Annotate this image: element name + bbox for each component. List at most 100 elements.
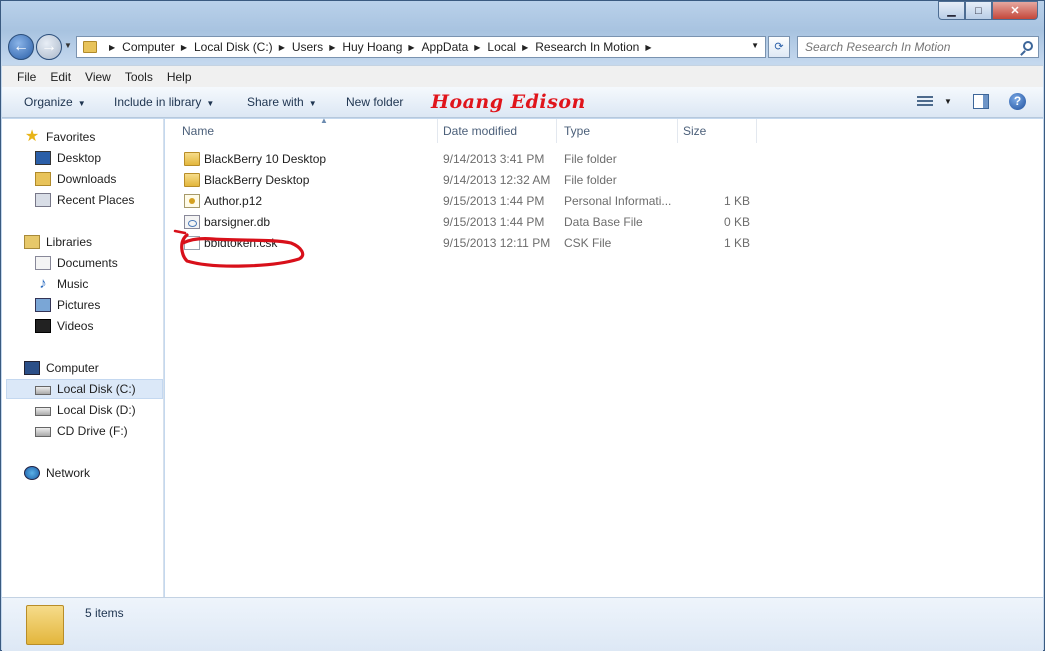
column-name-label: Name [182,124,215,138]
nav-label: Pictures [57,298,101,312]
breadcrumb-separator-icon[interactable]: ▶ [109,43,115,52]
organize-button[interactable]: Organize ▼ [24,95,86,109]
navigation-pane: ★ Favorites Desktop Downloads Recent Plac… [2,119,164,597]
breadcrumb-local[interactable]: Local [487,40,516,54]
breadcrumb-huy-hoang[interactable]: Huy Hoang [342,40,402,54]
recent-places-icon [35,193,51,207]
address-bar[interactable]: ▶ Computer ▶ Local Disk (C:) ▶ Users ▶ H… [76,36,766,58]
documents-icon [35,256,51,270]
nav-label: Downloads [57,172,117,186]
star-icon: ★ [24,128,40,145]
file-date: 9/14/2013 12:32 AM [443,173,551,187]
folder-icon [184,173,200,187]
chevron-down-icon: ▼ [206,99,215,108]
column-header-size[interactable]: Size [683,119,757,143]
share-with-button[interactable]: Share with ▼ [247,95,317,109]
file-type: Data Base File [564,215,643,229]
back-button[interactable]: ← [8,34,34,60]
file-size: 1 KB [723,194,750,208]
breadcrumb-separator-icon[interactable]: ▶ [181,43,187,52]
sort-ascending-icon: ▲ [320,116,328,125]
nav-label: Favorites [46,130,96,144]
nav-favorites[interactable]: ★ Favorites [24,127,186,147]
refresh-button[interactable]: ⟳ [768,36,790,58]
nav-local-disk-c[interactable]: Local Disk (C:) [6,379,163,399]
search-box[interactable] [797,36,1039,58]
file-type: File folder [564,152,617,166]
breadcrumb-separator-icon[interactable]: ▶ [329,43,335,52]
nav-label: Documents [57,256,118,270]
search-input[interactable] [805,40,1017,54]
breadcrumb-computer[interactable]: Computer [122,40,175,54]
preview-pane-icon[interactable] [973,94,989,109]
chevron-down-icon: ▼ [308,99,317,108]
red-highlight-annotation [173,229,305,268]
column-header-date[interactable]: Date modified [443,119,557,143]
nav-label: Local Disk (C:) [57,382,136,396]
file-name: BlackBerry 10 Desktop [204,152,327,166]
nav-computer[interactable]: Computer [24,358,186,378]
explorer-window: ▁ □ ✕ ← → ▼ ▶ Computer ▶ Local Disk (C:)… [0,0,1045,651]
chevron-down-icon: ▼ [77,99,86,108]
menu-view[interactable]: View [78,70,118,84]
folder-icon [184,152,200,166]
nav-label: Desktop [57,151,102,165]
include-in-library-button[interactable]: Include in library ▼ [114,95,214,109]
hard-drive-icon [35,386,51,395]
menu-tools[interactable]: Tools [118,70,160,84]
certificate-icon [184,194,200,208]
menu-help[interactable]: Help [160,70,199,84]
recent-pages-chevron-icon[interactable]: ▼ [64,41,72,50]
breadcrumb-research-in-motion[interactable]: Research In Motion [535,40,639,54]
column-header-name[interactable]: Name ▲ [182,116,438,143]
window-controls: ▁ □ ✕ [938,1,1038,20]
change-view-icon[interactable] [917,96,933,108]
maximize-button[interactable]: □ [965,1,992,20]
nav-libraries[interactable]: Libraries [24,232,186,252]
breadcrumb-separator-icon[interactable]: ▶ [645,43,651,52]
command-bar: Organize ▼ Include in library ▼ Share with… [2,87,1043,118]
file-size: 1 KB [723,236,750,250]
forward-button[interactable]: → [36,34,62,60]
breadcrumb-separator-icon[interactable]: ▶ [408,43,414,52]
close-button[interactable]: ✕ [992,1,1038,20]
organize-label: Organize [24,95,73,109]
address-history-chevron-icon[interactable]: ▼ [751,41,759,50]
help-icon[interactable]: ? [1009,93,1026,110]
new-folder-button[interactable]: New folder [346,95,403,109]
breadcrumb-appdata[interactable]: AppData [422,40,469,54]
view-options-chevron-icon[interactable]: ▼ [944,97,952,106]
breadcrumb-users[interactable]: Users [292,40,323,54]
item-count: 5 items [85,606,124,620]
details-pane: 5 items [2,597,1043,651]
search-icon[interactable] [1023,41,1033,51]
libraries-icon [24,235,40,249]
nav-label: Local Disk (D:) [57,403,136,417]
file-row[interactable]: BlackBerry 10 Desktop 9/14/2013 3:41 PM … [165,149,765,170]
nav-label: Libraries [46,235,93,249]
column-header-type[interactable]: Type [564,119,678,143]
navigation-row: ← → ▼ ▶ Computer ▶ Local Disk (C:) ▶ Use… [1,33,1044,61]
file-type: File folder [564,173,617,187]
breadcrumb-separator-icon[interactable]: ▶ [522,43,528,52]
hard-drive-icon [35,407,51,416]
downloads-folder-icon [35,172,51,186]
title-bar[interactable]: ▁ □ ✕ [1,1,1044,31]
music-note-icon: ♪ [39,275,47,292]
nav-network[interactable]: Network [24,463,186,483]
breadcrumb-local-disk-c[interactable]: Local Disk (C:) [194,40,273,54]
breadcrumb-separator-icon[interactable]: ▶ [474,43,480,52]
breadcrumb-separator-icon[interactable]: ▶ [279,43,285,52]
menu-edit[interactable]: Edit [43,70,78,84]
network-icon [24,466,40,480]
file-row[interactable]: BlackBerry Desktop 9/14/2013 12:32 AM Fi… [165,170,765,191]
minimize-button[interactable]: ▁ [938,1,965,20]
cd-drive-icon [35,427,51,437]
file-name: BlackBerry Desktop [204,173,310,187]
computer-icon [24,361,40,375]
file-row[interactable]: Author.p12 9/15/2013 1:44 PM Personal In… [165,191,765,212]
file-date: 9/15/2013 12:11 PM [443,236,551,250]
menu-file[interactable]: File [10,70,43,84]
file-date: 9/15/2013 1:44 PM [443,215,545,229]
file-list-pane: Name ▲ Date modified Type Size BlackBerry… [165,116,1043,597]
